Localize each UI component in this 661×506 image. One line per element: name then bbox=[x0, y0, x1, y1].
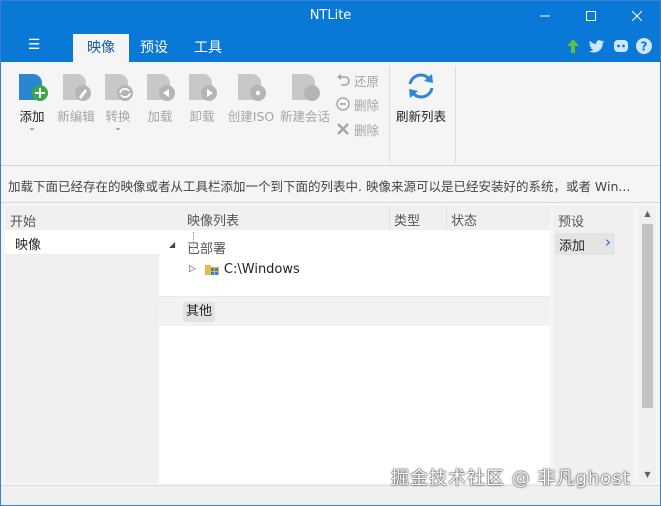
refresh-icon bbox=[405, 70, 437, 102]
add-image-button[interactable]: 添加 ⌄ bbox=[12, 68, 52, 158]
ribbon-separator bbox=[455, 66, 456, 162]
convert-button[interactable]: 转换 ⌄ bbox=[98, 68, 138, 158]
scrollbar-thumb[interactable] bbox=[642, 224, 653, 408]
remove-label: 删除 bbox=[354, 97, 380, 113]
unload-icon bbox=[186, 70, 218, 102]
unload-label: 卸载 bbox=[189, 109, 215, 124]
start-panel: 开始 映像 bbox=[5, 206, 159, 483]
add-image-icon bbox=[16, 70, 48, 102]
presets-panel: 预设 添加 › bbox=[553, 206, 634, 483]
watermark: 掘金技术社区 @ 非凡ghost bbox=[391, 468, 631, 489]
delete-x-icon bbox=[335, 121, 351, 137]
new-edit-button[interactable]: 新编辑 bbox=[54, 68, 98, 158]
ribbon-toolbar: 添加 ⌄ 新编辑 转换 ⌄ 加载 卸载 创建ISO 新建会话 还原 删除 删除 … bbox=[1, 62, 660, 166]
help-icon[interactable]: ? bbox=[635, 37, 653, 55]
image-path-label: C:\Windows bbox=[223, 261, 300, 277]
discord-icon[interactable] bbox=[612, 37, 630, 55]
column-header-type[interactable]: 类型 bbox=[389, 206, 446, 230]
maximize-button[interactable] bbox=[568, 1, 614, 31]
image-list-panel: 映像列表 类型 状态 ◢ 已部署 ▷ C:\Windows 其他 bbox=[159, 206, 550, 483]
hamburger-menu-icon[interactable]: ☰ bbox=[23, 37, 45, 55]
list-item[interactable]: ▷ C:\Windows bbox=[189, 258, 300, 280]
minus-circle-icon bbox=[335, 96, 351, 112]
upgrade-arrow-icon[interactable] bbox=[564, 37, 582, 55]
ribbon-separator bbox=[389, 66, 390, 162]
scroll-up-icon[interactable]: ▲ bbox=[639, 206, 656, 222]
column-header-image-list[interactable]: 映像列表 bbox=[159, 206, 389, 230]
twitter-icon[interactable] bbox=[588, 37, 606, 55]
create-iso-label: 创建ISO bbox=[227, 109, 275, 124]
presets-panel-header: 预设 bbox=[558, 215, 585, 230]
ribbon-tab-bar: ☰ 映像 预设 工具 ? bbox=[1, 31, 660, 62]
new-edit-icon bbox=[60, 70, 92, 102]
group-other: 其他 bbox=[159, 296, 550, 326]
create-iso-icon bbox=[235, 70, 267, 102]
create-iso-button[interactable]: 创建ISO bbox=[225, 68, 277, 158]
tree-connector bbox=[193, 232, 194, 252]
scroll-down-icon[interactable]: ▼ bbox=[639, 467, 656, 483]
delete-label: 删除 bbox=[354, 122, 380, 138]
new-edit-label: 新编辑 bbox=[57, 109, 95, 124]
column-header-status[interactable]: 状态 bbox=[446, 206, 550, 230]
tab-presets[interactable]: 预设 bbox=[126, 34, 182, 62]
convert-icon bbox=[102, 70, 134, 102]
windows-folder-icon bbox=[204, 265, 219, 275]
title-bar[interactable]: NTLite bbox=[1, 1, 660, 31]
add-preset-label: 添加 bbox=[559, 239, 586, 254]
load-icon bbox=[144, 70, 176, 102]
collapse-triangle-icon[interactable]: ◢ bbox=[169, 240, 175, 249]
close-button[interactable] bbox=[614, 1, 660, 31]
restore-label: 还原 bbox=[354, 73, 380, 89]
refresh-label: 刷新列表 bbox=[395, 109, 446, 124]
new-session-icon bbox=[289, 70, 321, 102]
new-session-label: 新建会话 bbox=[279, 109, 330, 124]
expand-triangle-icon[interactable]: ▷ bbox=[189, 264, 196, 274]
chevron-right-icon: › bbox=[605, 233, 611, 251]
remove-button[interactable]: 删除 bbox=[335, 93, 379, 115]
add-preset-button[interactable]: 添加 › bbox=[555, 233, 615, 255]
chevron-down-icon: ⌄ bbox=[114, 123, 122, 133]
chevron-down-icon: ⌄ bbox=[28, 123, 36, 133]
vertical-scrollbar[interactable]: ▲ ▼ bbox=[639, 206, 656, 483]
load-label: 加载 bbox=[147, 109, 173, 124]
tab-images[interactable]: 映像 bbox=[73, 34, 129, 62]
maximize-icon bbox=[586, 11, 596, 21]
ntlite-window: NTLite ☰ 映像 预设 工具 ? 添加 ⌄ 新编辑 转换 ⌄ 加载 卸载 … bbox=[0, 0, 661, 506]
new-session-button[interactable]: 新建会话 bbox=[279, 68, 331, 158]
tab-tools[interactable]: 工具 bbox=[180, 34, 236, 62]
minimize-button[interactable] bbox=[522, 1, 568, 31]
delete-button[interactable]: 删除 bbox=[335, 118, 379, 140]
refresh-list-button[interactable]: 刷新列表 bbox=[394, 68, 448, 158]
start-panel-header: 开始 bbox=[10, 215, 37, 230]
other-group-button[interactable]: 其他 bbox=[183, 302, 216, 322]
svg-text:?: ? bbox=[641, 40, 648, 54]
info-text: 加载下面已经存在的映像或者从工具栏添加一个到下面的列表中. 映像来源可以是已经安… bbox=[1, 167, 660, 203]
load-button[interactable]: 加载 bbox=[140, 68, 180, 158]
close-icon bbox=[632, 11, 642, 21]
undo-icon bbox=[335, 72, 351, 88]
group-deployed[interactable]: ◢ 已部署 bbox=[159, 234, 550, 258]
unload-button[interactable]: 卸载 bbox=[182, 68, 222, 158]
sidebar-item-images[interactable]: 映像 bbox=[5, 230, 159, 254]
restore-button[interactable]: 还原 bbox=[335, 69, 379, 91]
minimize-icon bbox=[540, 15, 550, 17]
